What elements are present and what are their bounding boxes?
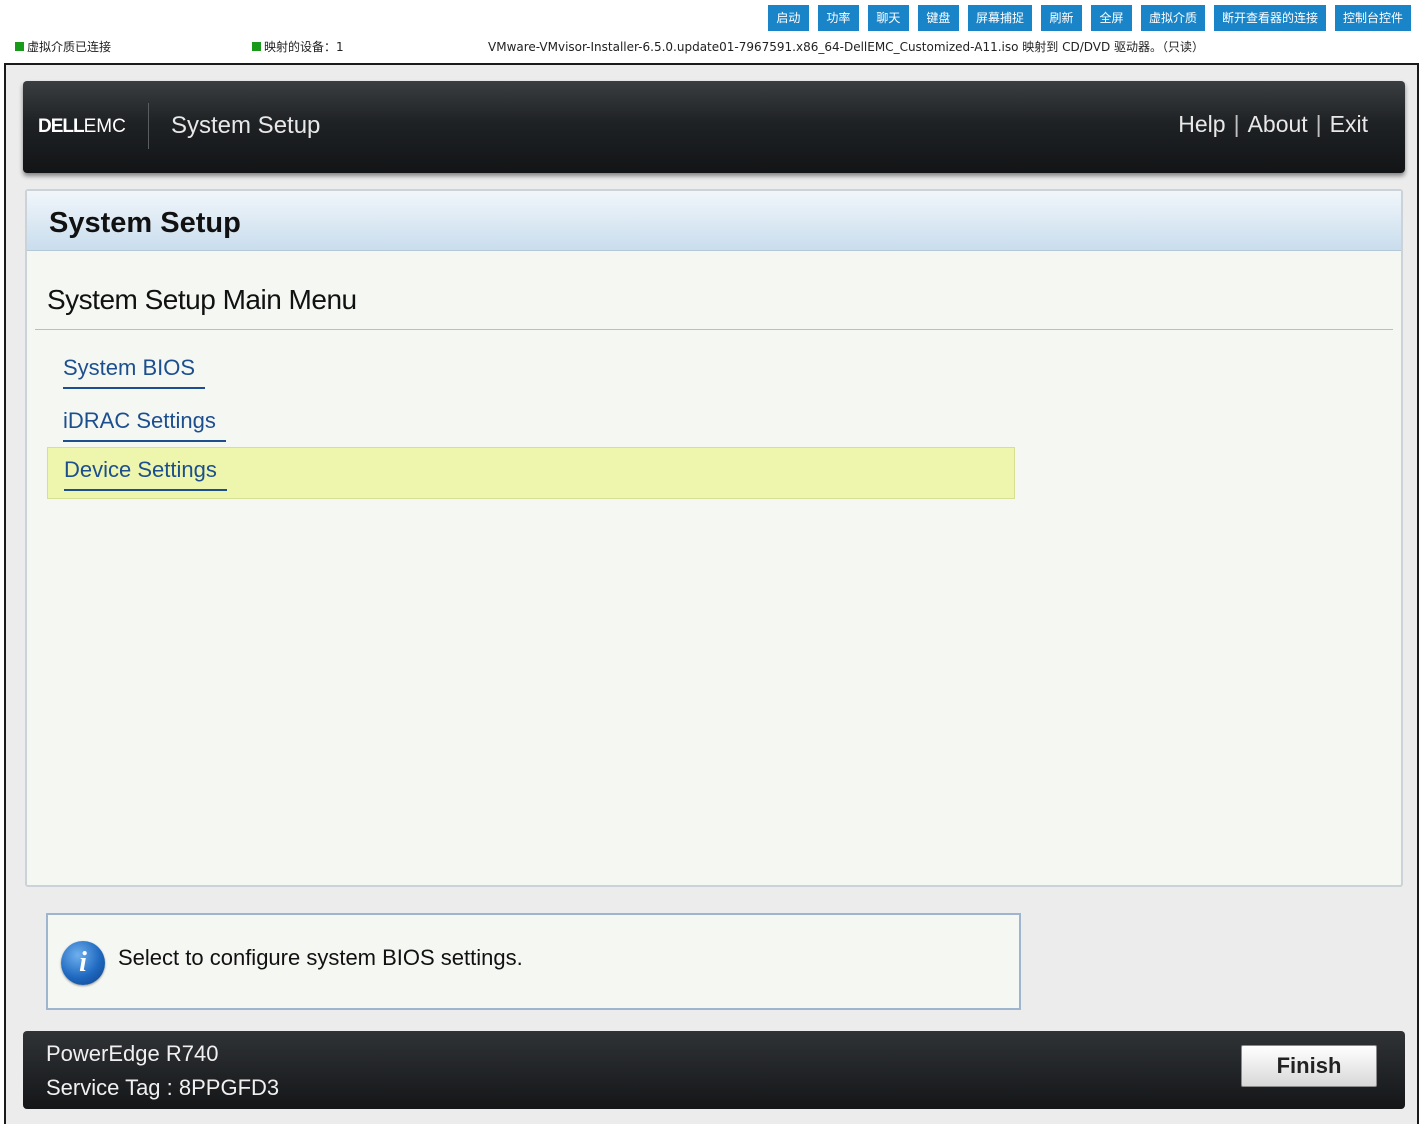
system-model: PowerEdge R740 [46, 1041, 219, 1066]
menu-item-system-bios[interactable]: System BIOS [47, 346, 1015, 398]
mapped-devices-status: 映射的设备：1 [252, 38, 344, 55]
service-tag: Service Tag : 8PPGFD3 [46, 1075, 280, 1100]
main-panel: System Setup System Setup Main Menu Syst… [25, 189, 1403, 887]
header-links: Help | About | Exit [1178, 111, 1368, 138]
boot-button[interactable]: 启动 [767, 5, 809, 31]
exit-link[interactable]: Exit [1330, 111, 1368, 138]
link-separator: | [1233, 111, 1240, 137]
power-button[interactable]: 功率 [817, 5, 859, 31]
fullscreen-button[interactable]: 全屏 [1090, 5, 1132, 31]
status-bar: 虚拟介质已连接 映射的设备：1 VMware-VMvisor-Installer… [0, 38, 1419, 56]
finish-button[interactable]: Finish [1241, 1045, 1377, 1087]
menu-item-label: iDRAC Settings [63, 408, 226, 442]
about-link[interactable]: About [1248, 111, 1308, 138]
mapped-devices-text: 映射的设备：1 [264, 40, 344, 54]
header-divider [148, 103, 149, 149]
panel-header: System Setup [27, 191, 1401, 251]
link-separator: | [1315, 111, 1322, 137]
help-link[interactable]: Help [1178, 111, 1225, 138]
virtual-media-status-text: 虚拟介质已连接 [27, 40, 112, 54]
info-icon: i [61, 941, 105, 985]
menu-divider [35, 329, 1393, 330]
disconnect-viewer-button[interactable]: 断开查看器的连接 [1213, 5, 1326, 31]
keyboard-button[interactable]: 键盘 [917, 5, 959, 31]
help-text: Select to configure system BIOS settings… [118, 945, 523, 970]
help-message-box: i Select to configure system BIOS settin… [46, 913, 1021, 1010]
chat-button[interactable]: 聊天 [867, 5, 909, 31]
virtual-media-status: 虚拟介质已连接 [15, 38, 111, 55]
header-title: System Setup [171, 112, 321, 139]
menu-title: System Setup Main Menu [47, 284, 357, 315]
setup-header: DELLEMC System Setup Help | About | Exit [23, 81, 1405, 173]
console-controls-button[interactable]: 控制台控件 [1334, 5, 1411, 31]
remote-console[interactable]: DELLEMC System Setup Help | About | Exit… [4, 63, 1419, 1124]
setup-footer: PowerEdge R740 Service Tag : 8PPGFD3 Fin… [23, 1031, 1405, 1109]
page-title: System Setup [49, 207, 241, 239]
iso-mapping-message: VMware-VMvisor-Installer-6.5.0.update01-… [488, 38, 1204, 55]
menu-item-device-settings[interactable]: Device Settings [47, 447, 1015, 499]
screen-capture-button[interactable]: 屏幕捕捉 [967, 5, 1032, 31]
iso-mapping-text: VMware-VMvisor-Installer-6.5.0.update01-… [488, 40, 1205, 54]
virtual-media-button[interactable]: 虚拟介质 [1140, 5, 1205, 31]
mapped-indicator-icon [252, 42, 261, 51]
menu-item-label: System BIOS [63, 355, 206, 389]
dell-emc-logo: DELLEMC [38, 116, 126, 137]
menu-item-label: Device Settings [64, 457, 227, 491]
connected-indicator-icon [15, 42, 24, 51]
viewer-toolbar: 启动 功率 聊天 键盘 屏幕捕捉 刷新 全屏 虚拟介质 断开查看器的连接 控制台… [767, 5, 1411, 31]
menu-item-idrac-settings[interactable]: iDRAC Settings [47, 399, 1015, 451]
refresh-button[interactable]: 刷新 [1040, 5, 1082, 31]
